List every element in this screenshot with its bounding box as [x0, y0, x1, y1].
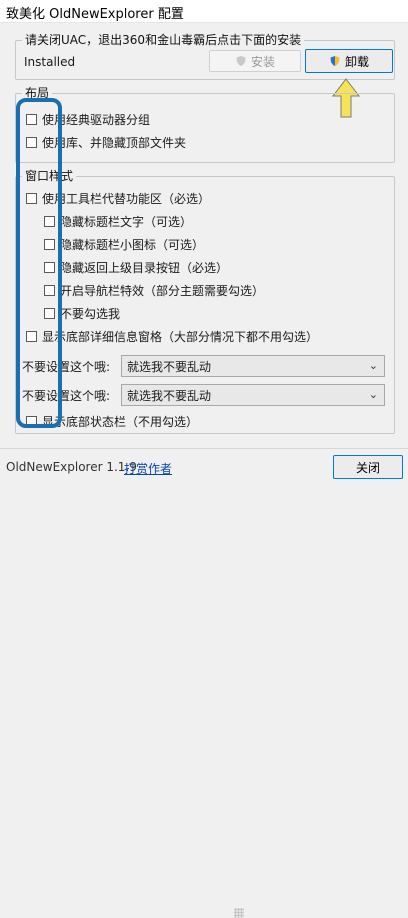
- chevron-down-icon: ⌄: [368, 388, 378, 401]
- combo-2-value: 就选我不要乱动: [127, 388, 212, 403]
- close-button-label: 关闭: [355, 460, 380, 475]
- close-button[interactable]: 关闭: [333, 455, 403, 479]
- option-label: 显示底部详细信息窗格（大部分情况下都不用勾选）: [42, 329, 319, 344]
- title-bar: 致美化 OldNewExplorer 配置: [0, 0, 408, 23]
- style-option-hide-title-icon[interactable]: 隐藏标题栏小图标（可选）: [44, 235, 204, 253]
- chevron-down-icon: ⌄: [368, 359, 378, 372]
- shield-icon: [330, 56, 340, 66]
- style-option-nav-effect[interactable]: 开启导航栏特效（部分主题需要勾选）: [44, 281, 264, 299]
- style-option-hide-title-text[interactable]: 隐藏标题栏文字（可选）: [44, 212, 192, 230]
- install-button[interactable]: 安装: [209, 50, 301, 72]
- version-text: OldNewExplorer 1.1.9: [6, 460, 137, 474]
- style-option-details-pane[interactable]: 显示底部详细信息窗格（大部分情况下都不用勾选）: [26, 327, 318, 345]
- option-label: 使用工具栏代替功能区（必选）: [42, 191, 211, 206]
- option-label: 显示底部状态栏（不用勾选）: [42, 414, 199, 429]
- combo-1-value: 就选我不要乱动: [127, 359, 212, 374]
- install-group-title: 请关闭UAC，退出360和金山毒霸后点击下面的安装: [22, 32, 305, 48]
- combo-2-select[interactable]: 就选我不要乱动 ⌄: [121, 384, 385, 406]
- style-option-hide-up-button[interactable]: 隐藏返回上级目录按钮（必选）: [44, 258, 228, 276]
- install-button-label: 安装: [250, 54, 275, 69]
- option-label: 隐藏标题栏小图标（可选）: [60, 237, 205, 252]
- reward-author-link[interactable]: 打赏作者: [124, 460, 172, 477]
- uninstall-button-label: 卸载: [344, 54, 369, 69]
- window-title: 致美化 OldNewExplorer 配置: [6, 7, 184, 22]
- install-status: Installed: [24, 55, 76, 69]
- option-label: 不要勾选我: [60, 306, 121, 321]
- highlight-rectangle: [16, 98, 62, 428]
- option-label: 开启导航栏特效（部分主题需要勾选）: [60, 283, 265, 298]
- uninstall-button[interactable]: 卸载: [305, 49, 393, 73]
- status-bar: OldNewExplorer 1.1.9 打赏作者 关闭: [0, 448, 408, 918]
- option-label: 使用库、并隐藏顶部文件夹: [42, 135, 187, 150]
- shield-icon: [236, 56, 246, 66]
- option-label: 隐藏返回上级目录按钮（必选）: [60, 260, 229, 275]
- combo-1-select[interactable]: 就选我不要乱动 ⌄: [121, 355, 385, 377]
- layout-group: 布局: [15, 85, 395, 163]
- resize-grip-icon: [234, 908, 244, 918]
- option-label: 隐藏标题栏文字（可选）: [60, 214, 193, 229]
